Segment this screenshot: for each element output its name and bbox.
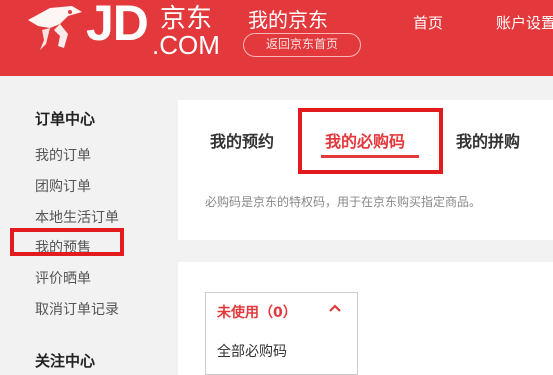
- dropdown-option-all-codes[interactable]: 全部必购码: [217, 341, 287, 361]
- presale-highlight-box: [10, 228, 124, 256]
- tab-my-group-buys[interactable]: 我的拼购: [456, 128, 520, 152]
- sidebar-item-group-orders[interactable]: 团购订单: [35, 176, 91, 196]
- page-title: 我的京东: [248, 8, 328, 32]
- top-header: JD 京东 .COM 我的京东 返回京东首页 首页 账户设置: [0, 0, 553, 76]
- logo-jd-text[interactable]: JD: [86, 0, 149, 52]
- active-tab-highlight-box: [298, 108, 443, 174]
- logo-com-text[interactable]: .COM: [152, 30, 220, 61]
- nav-home-link[interactable]: 首页: [413, 12, 443, 33]
- chevron-up-icon[interactable]: [327, 300, 343, 316]
- sidebar-section-orders: 订单中心: [35, 110, 96, 128]
- purchase-code-description: 必购码是京东的特权码，用于在京东购买指定商品。: [205, 195, 482, 209]
- sidebar-item-cancelled-orders[interactable]: 取消订单记录: [35, 299, 119, 319]
- dropdown-selected-unused[interactable]: 未使用（0）: [217, 302, 297, 322]
- sidebar-section-follow: 关注中心: [35, 352, 96, 370]
- sidebar-item-reviews[interactable]: 评价晒单: [35, 268, 91, 288]
- back-to-home-button[interactable]: 返回京东首页: [243, 33, 361, 57]
- sidebar-item-my-orders[interactable]: 我的订单: [35, 145, 91, 165]
- tab-my-reservations[interactable]: 我的预约: [210, 128, 274, 152]
- jd-dog-logo-icon[interactable]: [20, 0, 90, 60]
- nav-account-settings-link[interactable]: 账户设置: [496, 12, 553, 33]
- sidebar-item-local-orders[interactable]: 本地生活订单: [35, 207, 119, 227]
